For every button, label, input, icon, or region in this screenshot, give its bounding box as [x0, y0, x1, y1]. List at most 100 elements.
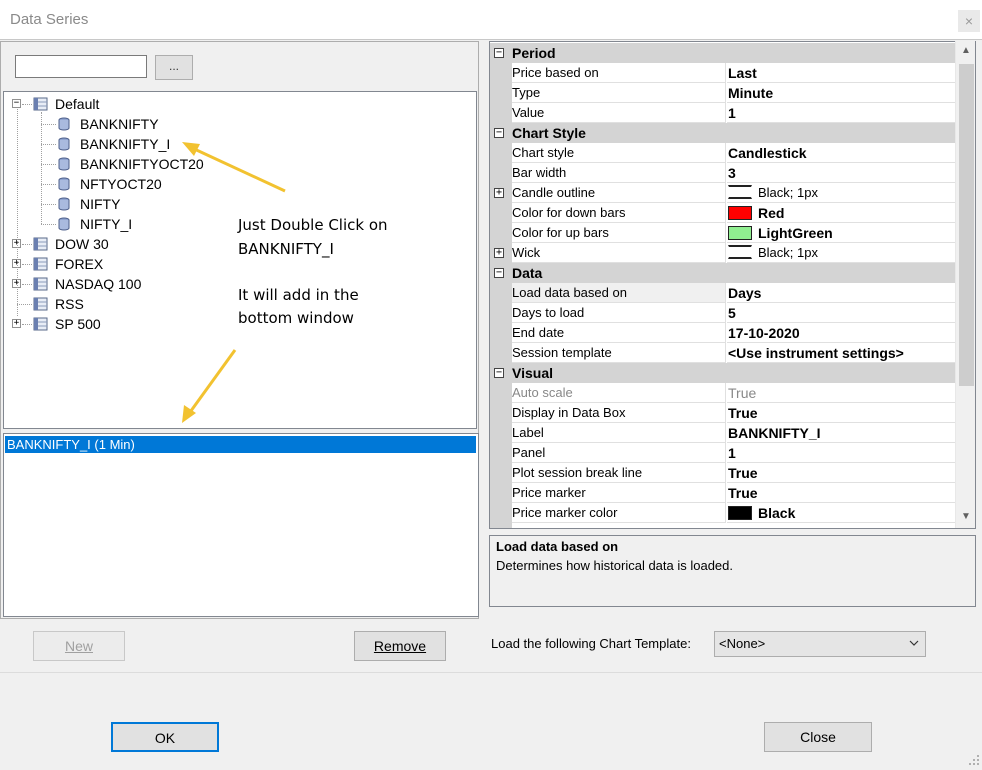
property-row[interactable]: Color for down bars Red — [490, 203, 955, 223]
property-value-text: True — [728, 485, 758, 501]
color-swatch-icon — [728, 226, 752, 240]
tree-item-instrument[interactable]: NIFTY — [80, 195, 120, 213]
property-name: Color for down bars — [512, 203, 726, 223]
tree-item-instrument[interactable]: NFTYOCT20 — [80, 175, 162, 193]
property-row[interactable]: Display in Data Box True — [490, 403, 955, 423]
property-category[interactable]: − Visual — [490, 363, 955, 383]
instrument-icon — [58, 197, 73, 211]
property-value[interactable]: 1 — [727, 443, 955, 463]
property-row[interactable]: Auto scale True — [490, 383, 955, 403]
scroll-up-icon[interactable]: ▲ — [960, 45, 972, 57]
tree-connector — [22, 284, 32, 285]
arrow-to-tree-icon — [182, 142, 286, 193]
property-row[interactable]: Price marker True — [490, 483, 955, 503]
property-value[interactable]: Candlestick — [727, 143, 955, 163]
resize-grip-icon[interactable] — [966, 752, 980, 766]
property-value[interactable]: Days — [727, 283, 955, 303]
property-value[interactable]: True — [727, 383, 955, 403]
property-value[interactable]: 1 — [727, 103, 955, 123]
property-value[interactable]: True — [727, 403, 955, 423]
property-row[interactable]: Color for up bars LightGreen — [490, 223, 955, 243]
expand-icon[interactable]: + — [494, 188, 504, 198]
collapse-icon[interactable]: − — [494, 368, 504, 378]
property-row[interactable]: + Wick Black; 1px — [490, 243, 955, 263]
property-value-text: True — [728, 465, 758, 481]
tree-item-group[interactable]: NASDAQ 100 — [55, 275, 141, 293]
property-row[interactable]: Chart style Candlestick — [490, 143, 955, 163]
remove-button[interactable]: Remove — [354, 631, 446, 661]
property-row[interactable]: Load data based on Days — [490, 283, 955, 303]
property-value[interactable]: LightGreen — [727, 223, 955, 243]
line-style-icon — [728, 245, 752, 259]
property-row[interactable]: Plot session break line True — [490, 463, 955, 483]
property-row[interactable]: Days to load 5 — [490, 303, 955, 323]
scroll-down-icon[interactable]: ▼ — [960, 511, 972, 523]
close-icon[interactable]: × — [958, 10, 980, 32]
property-value[interactable]: 17-10-2020 — [727, 323, 955, 343]
tree-item-instrument[interactable]: BANKNIFTY — [80, 115, 159, 133]
browse-button[interactable]: ... — [155, 55, 193, 80]
property-gutter: + — [490, 183, 512, 203]
property-value[interactable]: BANKNIFTY_I — [727, 423, 955, 443]
property-value-text: Black; 1px — [758, 185, 818, 200]
tree-item-group[interactable]: DOW 30 — [55, 235, 109, 253]
collapse-icon[interactable]: − — [494, 128, 504, 138]
scroll-thumb[interactable] — [959, 64, 974, 386]
new-button[interactable]: New — [33, 631, 125, 661]
property-value[interactable]: 3 — [727, 163, 955, 183]
property-name: Session template — [512, 343, 726, 363]
property-value-text: <Use instrument settings> — [728, 345, 904, 361]
property-row[interactable]: Panel 1 — [490, 443, 955, 463]
property-gutter — [490, 83, 512, 103]
property-value[interactable]: True — [727, 483, 955, 503]
tree-connector — [17, 109, 18, 316]
property-row[interactable]: Bar width 3 — [490, 163, 955, 183]
property-row[interactable]: Session template <Use instrument settings… — [490, 343, 955, 363]
property-row[interactable]: Type Minute — [490, 83, 955, 103]
property-value[interactable]: Red — [727, 203, 955, 223]
property-name: Color for up bars — [512, 223, 726, 243]
property-value[interactable]: Black; 1px — [727, 243, 955, 263]
property-value[interactable]: Minute — [727, 83, 955, 103]
tree-item-instrument[interactable]: BANKNIFTY_I — [80, 135, 170, 153]
chart-template-select[interactable]: <None> — [714, 631, 926, 657]
property-value-text: 5 — [728, 305, 736, 321]
property-row[interactable]: Value 1 — [490, 103, 955, 123]
property-name: Days to load — [512, 303, 726, 323]
series-list[interactable] — [3, 433, 479, 617]
property-category[interactable]: − Chart Style — [490, 123, 955, 143]
tree-item-group[interactable]: SP 500 — [55, 315, 101, 333]
property-value[interactable]: Last — [727, 63, 955, 83]
close-button[interactable]: Close — [764, 722, 872, 752]
tree-item-instrument[interactable]: NIFTY_I — [80, 215, 132, 233]
expand-icon[interactable]: + — [12, 319, 21, 328]
expand-icon[interactable]: + — [494, 248, 504, 258]
property-scrollbar[interactable]: ▲ ▼ — [955, 41, 975, 528]
property-name: Price marker — [512, 483, 726, 503]
property-name: Type — [512, 83, 726, 103]
property-row[interactable]: Price marker color Black — [490, 503, 955, 523]
collapse-icon[interactable]: − — [494, 48, 504, 58]
property-row[interactable]: Label BANKNIFTY_I — [490, 423, 955, 443]
collapse-icon[interactable]: − — [12, 99, 21, 108]
property-value[interactable]: Black; 1px — [727, 183, 955, 203]
tree-connector — [17, 304, 32, 305]
series-item-selected[interactable]: BANKNIFTY_I (1 Min) — [5, 436, 476, 453]
property-category[interactable]: − Data — [490, 263, 955, 283]
property-row[interactable]: + Candle outline Black; 1px — [490, 183, 955, 203]
search-input[interactable] — [15, 55, 147, 78]
collapse-icon[interactable]: − — [494, 268, 504, 278]
property-grid[interactable]: − Period Price based on Last Type Minute Value… — [489, 41, 976, 529]
category-label: Data — [512, 265, 543, 281]
tree-item-group[interactable]: Default — [55, 95, 99, 113]
tree-item-group[interactable]: RSS — [55, 295, 84, 313]
property-row[interactable]: Price based on Last — [490, 63, 955, 83]
property-row[interactable]: End date 17-10-2020 — [490, 323, 955, 343]
property-category[interactable]: − Period — [490, 43, 955, 63]
property-value[interactable]: <Use instrument settings> — [727, 343, 955, 363]
tree-item-group[interactable]: FOREX — [55, 255, 103, 273]
property-value[interactable]: 5 — [727, 303, 955, 323]
property-value[interactable]: True — [727, 463, 955, 483]
property-value[interactable]: Black — [727, 503, 955, 523]
ok-button[interactable]: OK — [111, 722, 219, 752]
